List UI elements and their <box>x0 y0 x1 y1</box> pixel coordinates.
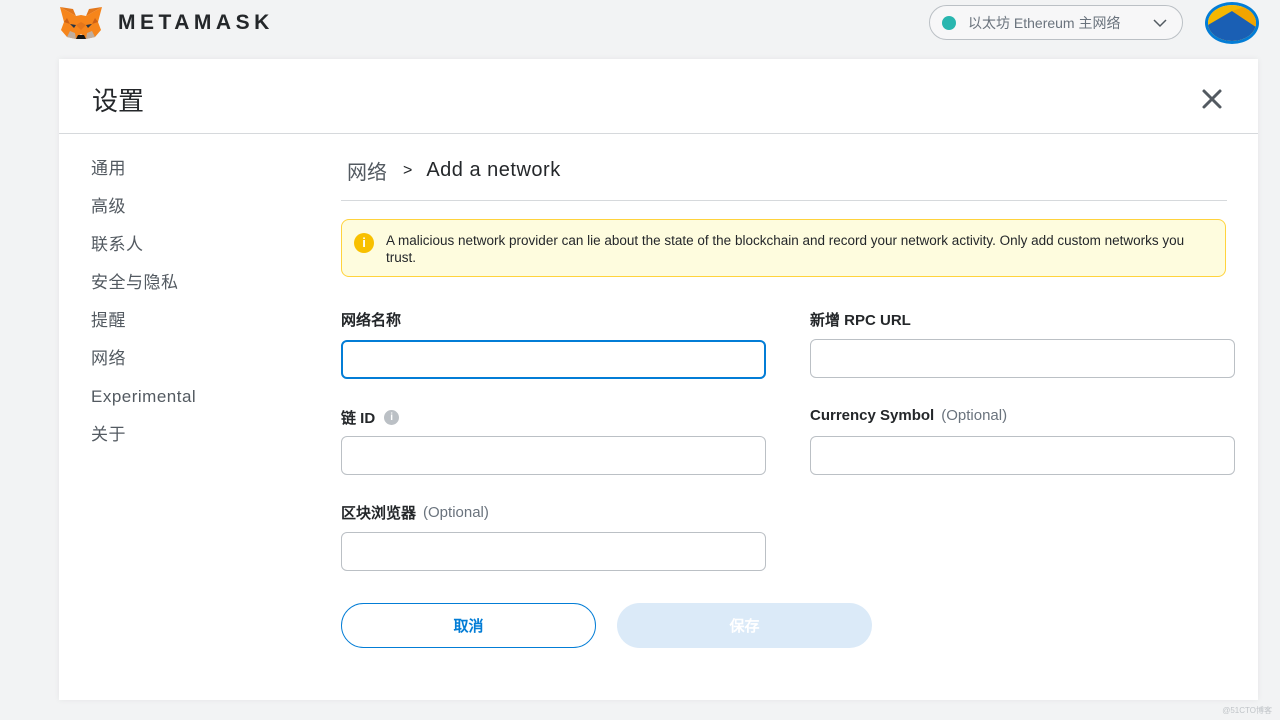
breadcrumb: 网络 > Add a network <box>347 156 561 185</box>
rpc-url-label: 新增 RPC URL <box>810 309 911 330</box>
warning-banner: i A malicious network provider can lie a… <box>341 219 1226 277</box>
chain-id-label-text: 链 ID <box>341 410 376 427</box>
page-title: 设置 <box>92 86 145 116</box>
rpc-url-label-text: 新增 RPC URL <box>810 312 911 329</box>
account-avatar[interactable] <box>1205 2 1259 44</box>
network-name-field[interactable] <box>341 340 766 379</box>
settings-panel: 设置 通用 高级 联系人 安全与隐私 提醒 网络 Experimental 关于… <box>59 59 1258 700</box>
block-explorer-optional: (Optional) <box>423 504 489 521</box>
warning-icon: i <box>354 233 374 253</box>
currency-symbol-label-text: Currency Symbol <box>810 407 935 424</box>
sidebar-item-experimental[interactable]: Experimental <box>91 385 196 423</box>
metamask-logo[interactable]: METAMASK <box>58 6 274 40</box>
sidebar-item-alerts[interactable]: 提醒 <box>91 309 196 347</box>
sidebar-item-networks[interactable]: 网络 <box>91 347 196 385</box>
block-explorer-label: 区块浏览器 (Optional) <box>341 502 489 523</box>
sidebar-item-security-privacy[interactable]: 安全与隐私 <box>91 271 196 309</box>
brand-name: METAMASK <box>118 11 274 34</box>
currency-symbol-label: Currency Symbol (Optional) <box>810 407 1007 424</box>
chevron-down-icon <box>1153 19 1167 28</box>
network-status-dot <box>942 15 956 30</box>
cancel-button[interactable]: 取消 <box>341 603 596 648</box>
fox-icon <box>60 7 102 39</box>
section-divider <box>341 200 1227 201</box>
close-icon[interactable] <box>1199 86 1225 112</box>
currency-symbol-optional: (Optional) <box>941 407 1008 424</box>
rpc-url-field[interactable] <box>810 339 1235 378</box>
save-button[interactable]: 保存 <box>617 603 872 648</box>
block-explorer-label-text: 区块浏览器 <box>341 505 417 522</box>
network-selector[interactable]: 以太坊 Ethereum 主网络 <box>929 5 1183 40</box>
breadcrumb-networks-link[interactable]: 网络 <box>347 156 387 185</box>
breadcrumb-separator: > <box>403 161 413 179</box>
block-explorer-field[interactable] <box>341 532 766 571</box>
sidebar-item-about[interactable]: 关于 <box>91 423 196 461</box>
settings-header: 设置 <box>59 59 1258 134</box>
sidebar-item-advanced[interactable]: 高级 <box>91 195 196 233</box>
network-name-label-text: 网络名称 <box>341 312 402 329</box>
sidebar-item-contacts[interactable]: 联系人 <box>91 233 196 271</box>
network-selector-label: 以太坊 Ethereum 主网络 <box>968 14 1121 31</box>
breadcrumb-current: Add a network <box>426 159 561 181</box>
network-name-label: 网络名称 <box>341 309 401 330</box>
sidebar-item-general[interactable]: 通用 <box>91 157 196 195</box>
chain-id-label: 链 ID i <box>341 407 400 428</box>
info-icon[interactable]: i <box>384 410 400 425</box>
identicon-icon <box>1208 5 1256 41</box>
chain-id-field[interactable] <box>341 436 766 475</box>
settings-sidebar: 通用 高级 联系人 安全与隐私 提醒 网络 Experimental 关于 <box>91 157 196 461</box>
currency-symbol-field[interactable] <box>810 436 1235 475</box>
watermark: @51CTO博客 <box>1222 706 1272 715</box>
warning-text: A malicious network provider can lie abo… <box>386 233 1185 265</box>
